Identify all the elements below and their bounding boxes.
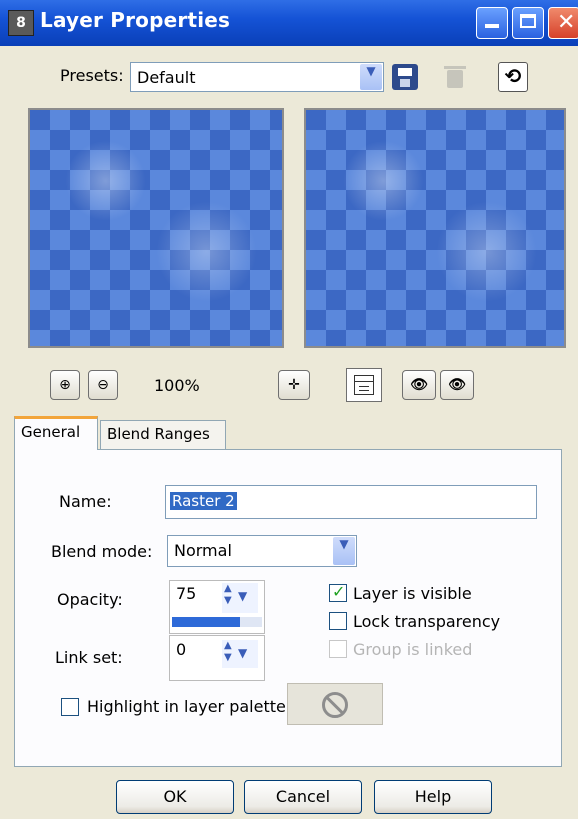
result-preview[interactable] xyxy=(304,108,566,348)
layer-visible-label: Layer is visible xyxy=(353,584,472,603)
layer-properties-dialog: 8 Layer Properties ✕ Presets: Default ▼ … xyxy=(0,0,578,819)
minimize-button[interactable] xyxy=(476,7,508,39)
eye-proof-icon: 👁 xyxy=(410,377,428,393)
opacity-value: 75 xyxy=(176,584,197,603)
layer-visible-checkbox[interactable]: ✓ xyxy=(329,582,347,602)
spin-down-icon: ▼ xyxy=(224,595,232,606)
minimize-icon xyxy=(485,24,499,28)
presets-select[interactable]: Default ▼ xyxy=(130,62,384,92)
title-bar[interactable]: 8 Layer Properties ✕ xyxy=(0,0,578,46)
delete-preset-icon xyxy=(444,64,466,90)
tab-general[interactable]: General xyxy=(14,416,98,450)
zoom-out-icon: ⊖ xyxy=(97,377,109,393)
spin-up-icon: ▲ xyxy=(224,640,232,651)
check-icon: ✓ xyxy=(332,582,346,601)
blend-mode-value: Normal xyxy=(174,541,232,560)
group-linked-label: Group is linked xyxy=(353,640,473,659)
name-label: Name: xyxy=(59,492,112,511)
chevron-down-icon[interactable]: ▼ xyxy=(360,64,382,90)
spin-up-icon: ▲ xyxy=(224,583,232,594)
blend-mode-label: Blend mode: xyxy=(51,542,153,561)
tab-blend-ranges[interactable]: Blend Ranges xyxy=(100,420,226,450)
zoom-out-button[interactable]: ⊖ xyxy=(88,370,118,400)
presets-label: Presets: xyxy=(60,66,124,85)
link-set-field[interactable]: 0 ▲ ▼ ▼ xyxy=(169,635,265,681)
group-linked-checkbox xyxy=(329,640,347,658)
lock-transparency-checkbox[interactable] xyxy=(329,612,347,630)
zoom-in-icon: ⊕ xyxy=(59,377,71,393)
highlight-label: Highlight in layer palette: xyxy=(87,697,292,716)
link-set-spinner[interactable]: ▲ ▼ ▼ xyxy=(222,640,258,668)
maximize-button[interactable] xyxy=(512,7,544,39)
lock-transparency-label: Lock transparency xyxy=(353,612,501,631)
maximize-icon xyxy=(520,14,536,28)
auto-proof-button[interactable]: 👁 xyxy=(440,370,474,400)
opacity-field[interactable]: 75 ▲ ▼ ▼ xyxy=(169,580,265,634)
window-title: Layer Properties xyxy=(40,8,231,32)
highlight-color-swatch[interactable] xyxy=(287,683,383,725)
preview-toggle-button[interactable] xyxy=(346,368,382,402)
name-value: Raster 2 xyxy=(170,492,237,510)
general-panel: Name: Raster 2 Blend mode: Normal ▼ Opac… xyxy=(14,449,562,767)
eye-icon: 👁 xyxy=(448,377,466,393)
ok-button[interactable]: OK xyxy=(116,780,234,814)
opacity-slider-fill xyxy=(172,617,240,627)
blend-mode-select[interactable]: Normal ▼ xyxy=(167,535,357,567)
chevron-down-icon: ▼ xyxy=(238,589,248,603)
opacity-label: Opacity: xyxy=(57,590,123,609)
help-button[interactable]: Help xyxy=(374,780,492,814)
opacity-spinner[interactable]: ▲ ▼ ▼ xyxy=(222,583,258,613)
name-field[interactable]: Raster 2 xyxy=(165,485,537,519)
proof-button[interactable]: 👁 xyxy=(402,370,436,400)
preview-toggle-icon xyxy=(354,375,374,395)
cancel-button[interactable]: Cancel xyxy=(244,780,362,814)
presets-value: Default xyxy=(137,68,196,87)
close-button[interactable]: ✕ xyxy=(548,7,578,39)
opacity-slider-track[interactable] xyxy=(172,617,262,627)
link-set-value: 0 xyxy=(176,640,187,659)
chevron-down-icon: ▼ xyxy=(238,646,248,660)
save-preset-icon[interactable] xyxy=(392,64,418,90)
chevron-down-icon[interactable]: ▼ xyxy=(333,537,355,565)
pan-icon: ✛ xyxy=(288,377,300,393)
pan-button[interactable]: ✛ xyxy=(278,370,310,400)
link-set-label: Link set: xyxy=(55,648,123,667)
highlight-checkbox[interactable] xyxy=(61,698,79,716)
zoom-level: 100% xyxy=(154,376,200,395)
original-preview[interactable] xyxy=(28,108,284,348)
reset-icon[interactable]: ⟲ xyxy=(498,62,528,92)
zoom-in-button[interactable]: ⊕ xyxy=(50,370,80,400)
no-entry-icon xyxy=(322,692,348,718)
close-icon: ✕ xyxy=(557,10,576,35)
spin-down-icon: ▼ xyxy=(224,652,232,663)
app-icon: 8 xyxy=(8,10,34,36)
